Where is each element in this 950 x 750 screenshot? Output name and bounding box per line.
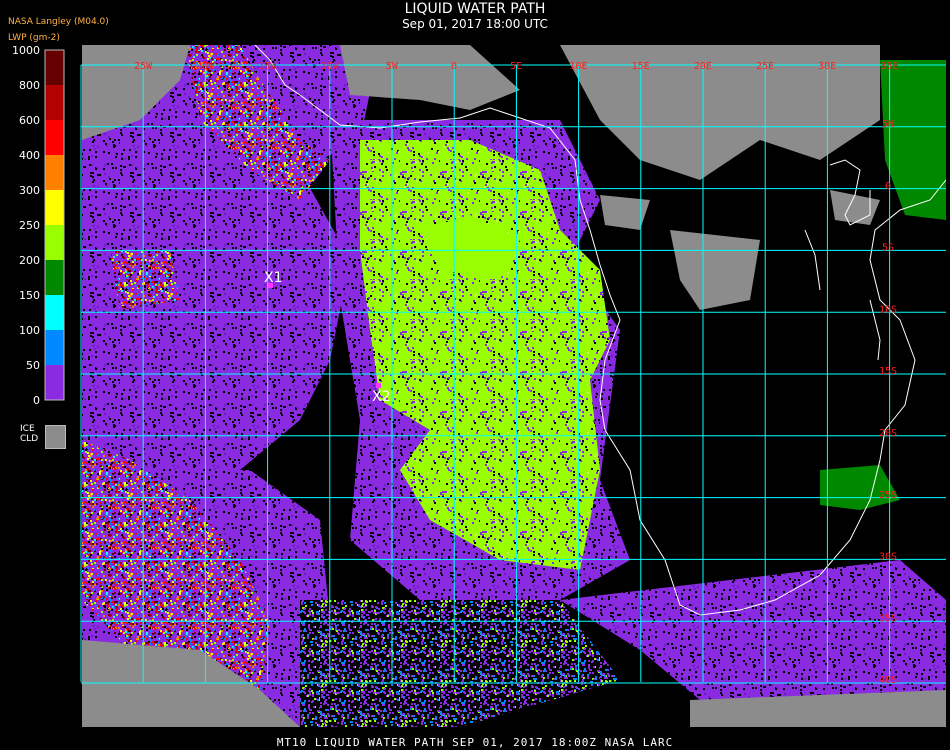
longitude-label: 20W: [196, 61, 215, 72]
site-marker[interactable]: [376, 383, 381, 388]
map-imagery: [82, 45, 946, 727]
latitude-label: 30S: [879, 552, 897, 563]
longitude-label: 10E: [569, 61, 587, 72]
latitude-label: 35S: [879, 613, 897, 624]
latitude-label: 10S: [879, 304, 897, 315]
longitude-label: 0: [451, 61, 457, 72]
longitude-label: 25W: [134, 61, 153, 72]
latitude-label: 0: [885, 181, 891, 192]
longitude-label: 5W: [386, 61, 399, 72]
longitude-label: 20E: [694, 61, 712, 72]
longitude-label: 15W: [258, 61, 277, 72]
longitude-label: 10W: [321, 61, 340, 72]
site-marker-label: X2: [372, 389, 391, 405]
longitude-label: 15E: [632, 61, 650, 72]
latitude-label: 5S: [882, 243, 894, 254]
longitude-label: 25E: [756, 61, 774, 72]
latitude-label: 20S: [879, 428, 897, 439]
latitude-label: 5N: [882, 119, 894, 130]
latitude-label: 40S: [879, 675, 897, 686]
longitude-label: 35E: [880, 61, 898, 72]
footer-caption: MT10 LIQUID WATER PATH SEP 01, 2017 18:0…: [276, 736, 674, 749]
latitude-label: 25S: [879, 490, 897, 501]
satellite-map[interactable]: 25W 20W 15W 10W 5W 0 5E 10E 15E 20E 25E 30E 35E 5N 0 5S…: [0, 0, 950, 750]
site-marker-label: X1: [264, 270, 283, 286]
latitude-label: 15S: [879, 366, 897, 377]
convective-patch: [110, 250, 180, 310]
low-cloud-patch: [100, 330, 160, 390]
longitude-label: 5E: [510, 61, 522, 72]
longitude-label: 30E: [818, 61, 836, 72]
